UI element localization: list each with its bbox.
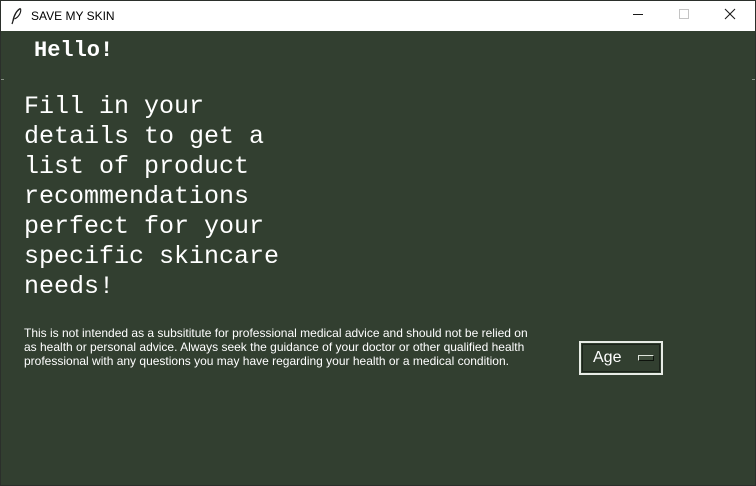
title-bar[interactable]: SAVE MY SKIN	[1, 1, 755, 31]
main-content: Hello! Fill in your details to get a lis…	[1, 31, 755, 485]
intro-text: Fill in your details to get a list of pr…	[24, 92, 280, 301]
age-option-label: Age	[593, 349, 622, 366]
disclaimer-text: This is not intended as a subsititute fo…	[24, 326, 528, 368]
minimize-icon	[632, 7, 644, 25]
right-edge-marker	[752, 79, 755, 80]
close-button[interactable]	[707, 1, 753, 31]
maximize-button[interactable]	[661, 1, 707, 31]
left-edge-marker	[1, 79, 4, 80]
age-option-menu[interactable]: Age	[579, 341, 663, 375]
option-menu-indicator-icon	[638, 355, 654, 361]
minimize-button[interactable]	[615, 1, 661, 31]
close-icon	[724, 7, 736, 25]
window-title: SAVE MY SKIN	[31, 9, 115, 23]
greeting-heading: Hello!	[34, 38, 114, 63]
app-window: SAVE MY SKIN Hello! Fill in your details…	[0, 0, 756, 486]
feather-icon	[9, 7, 25, 25]
maximize-icon	[678, 7, 690, 25]
